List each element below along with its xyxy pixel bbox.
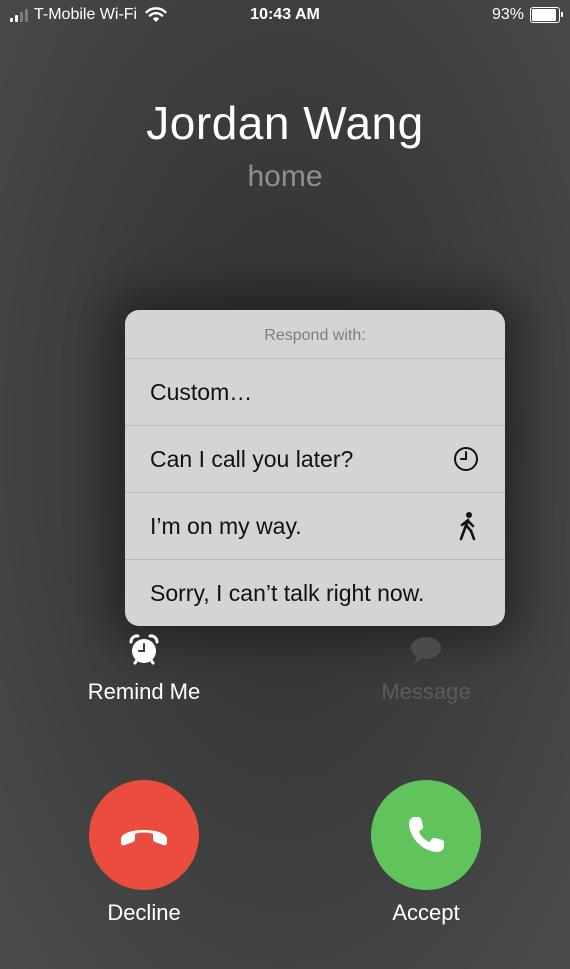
- battery-icon: [530, 7, 563, 23]
- message-bubble-icon: [411, 637, 441, 664]
- respond-option-on-my-way[interactable]: I’m on my way.: [125, 493, 505, 560]
- accept-button[interactable]: [371, 780, 481, 890]
- battery-percent: 93%: [491, 6, 524, 23]
- respond-option-label: Can I call you later?: [150, 445, 354, 472]
- message-label: Message: [381, 679, 471, 704]
- respond-with-title: Respond with:: [125, 310, 505, 359]
- respond-with-sheet: Respond with: Custom… Can I call you lat…: [125, 310, 505, 626]
- caller-name: Jordan Wang: [146, 97, 424, 149]
- decline-button[interactable]: [89, 780, 199, 890]
- remind-me-label: Remind Me: [87, 679, 201, 704]
- decline-call: Decline: [44, 780, 244, 926]
- caller-number-label: home: [247, 160, 323, 193]
- respond-option-label: Sorry, I can’t talk right now.: [150, 579, 425, 606]
- respond-option-label: I’m on my way.: [150, 512, 302, 539]
- alarm-clock-icon: [129, 634, 159, 665]
- hang-up-icon: [121, 830, 167, 846]
- respond-option-label: Custom…: [150, 378, 253, 405]
- accept-call: Accept: [326, 780, 526, 926]
- accept-label: Accept: [392, 900, 460, 925]
- message-button[interactable]: Message: [326, 634, 526, 705]
- phone-icon: [409, 817, 444, 852]
- respond-option-call-later[interactable]: Can I call you later?: [125, 426, 505, 493]
- decline-label: Decline: [107, 900, 181, 925]
- respond-option-cant-talk[interactable]: Sorry, I can’t talk right now.: [125, 560, 505, 626]
- battery-group: 93%: [491, 6, 563, 24]
- respond-option-custom[interactable]: Custom…: [125, 359, 505, 426]
- clock-time: 10:43 AM: [250, 6, 320, 23]
- status-bar: T-Mobile Wi-Fi 10:43 AM 93%: [0, 0, 570, 32]
- walking-person-icon: [457, 511, 479, 541]
- clock-icon: [453, 446, 479, 472]
- remind-me-button[interactable]: Remind Me: [44, 634, 244, 705]
